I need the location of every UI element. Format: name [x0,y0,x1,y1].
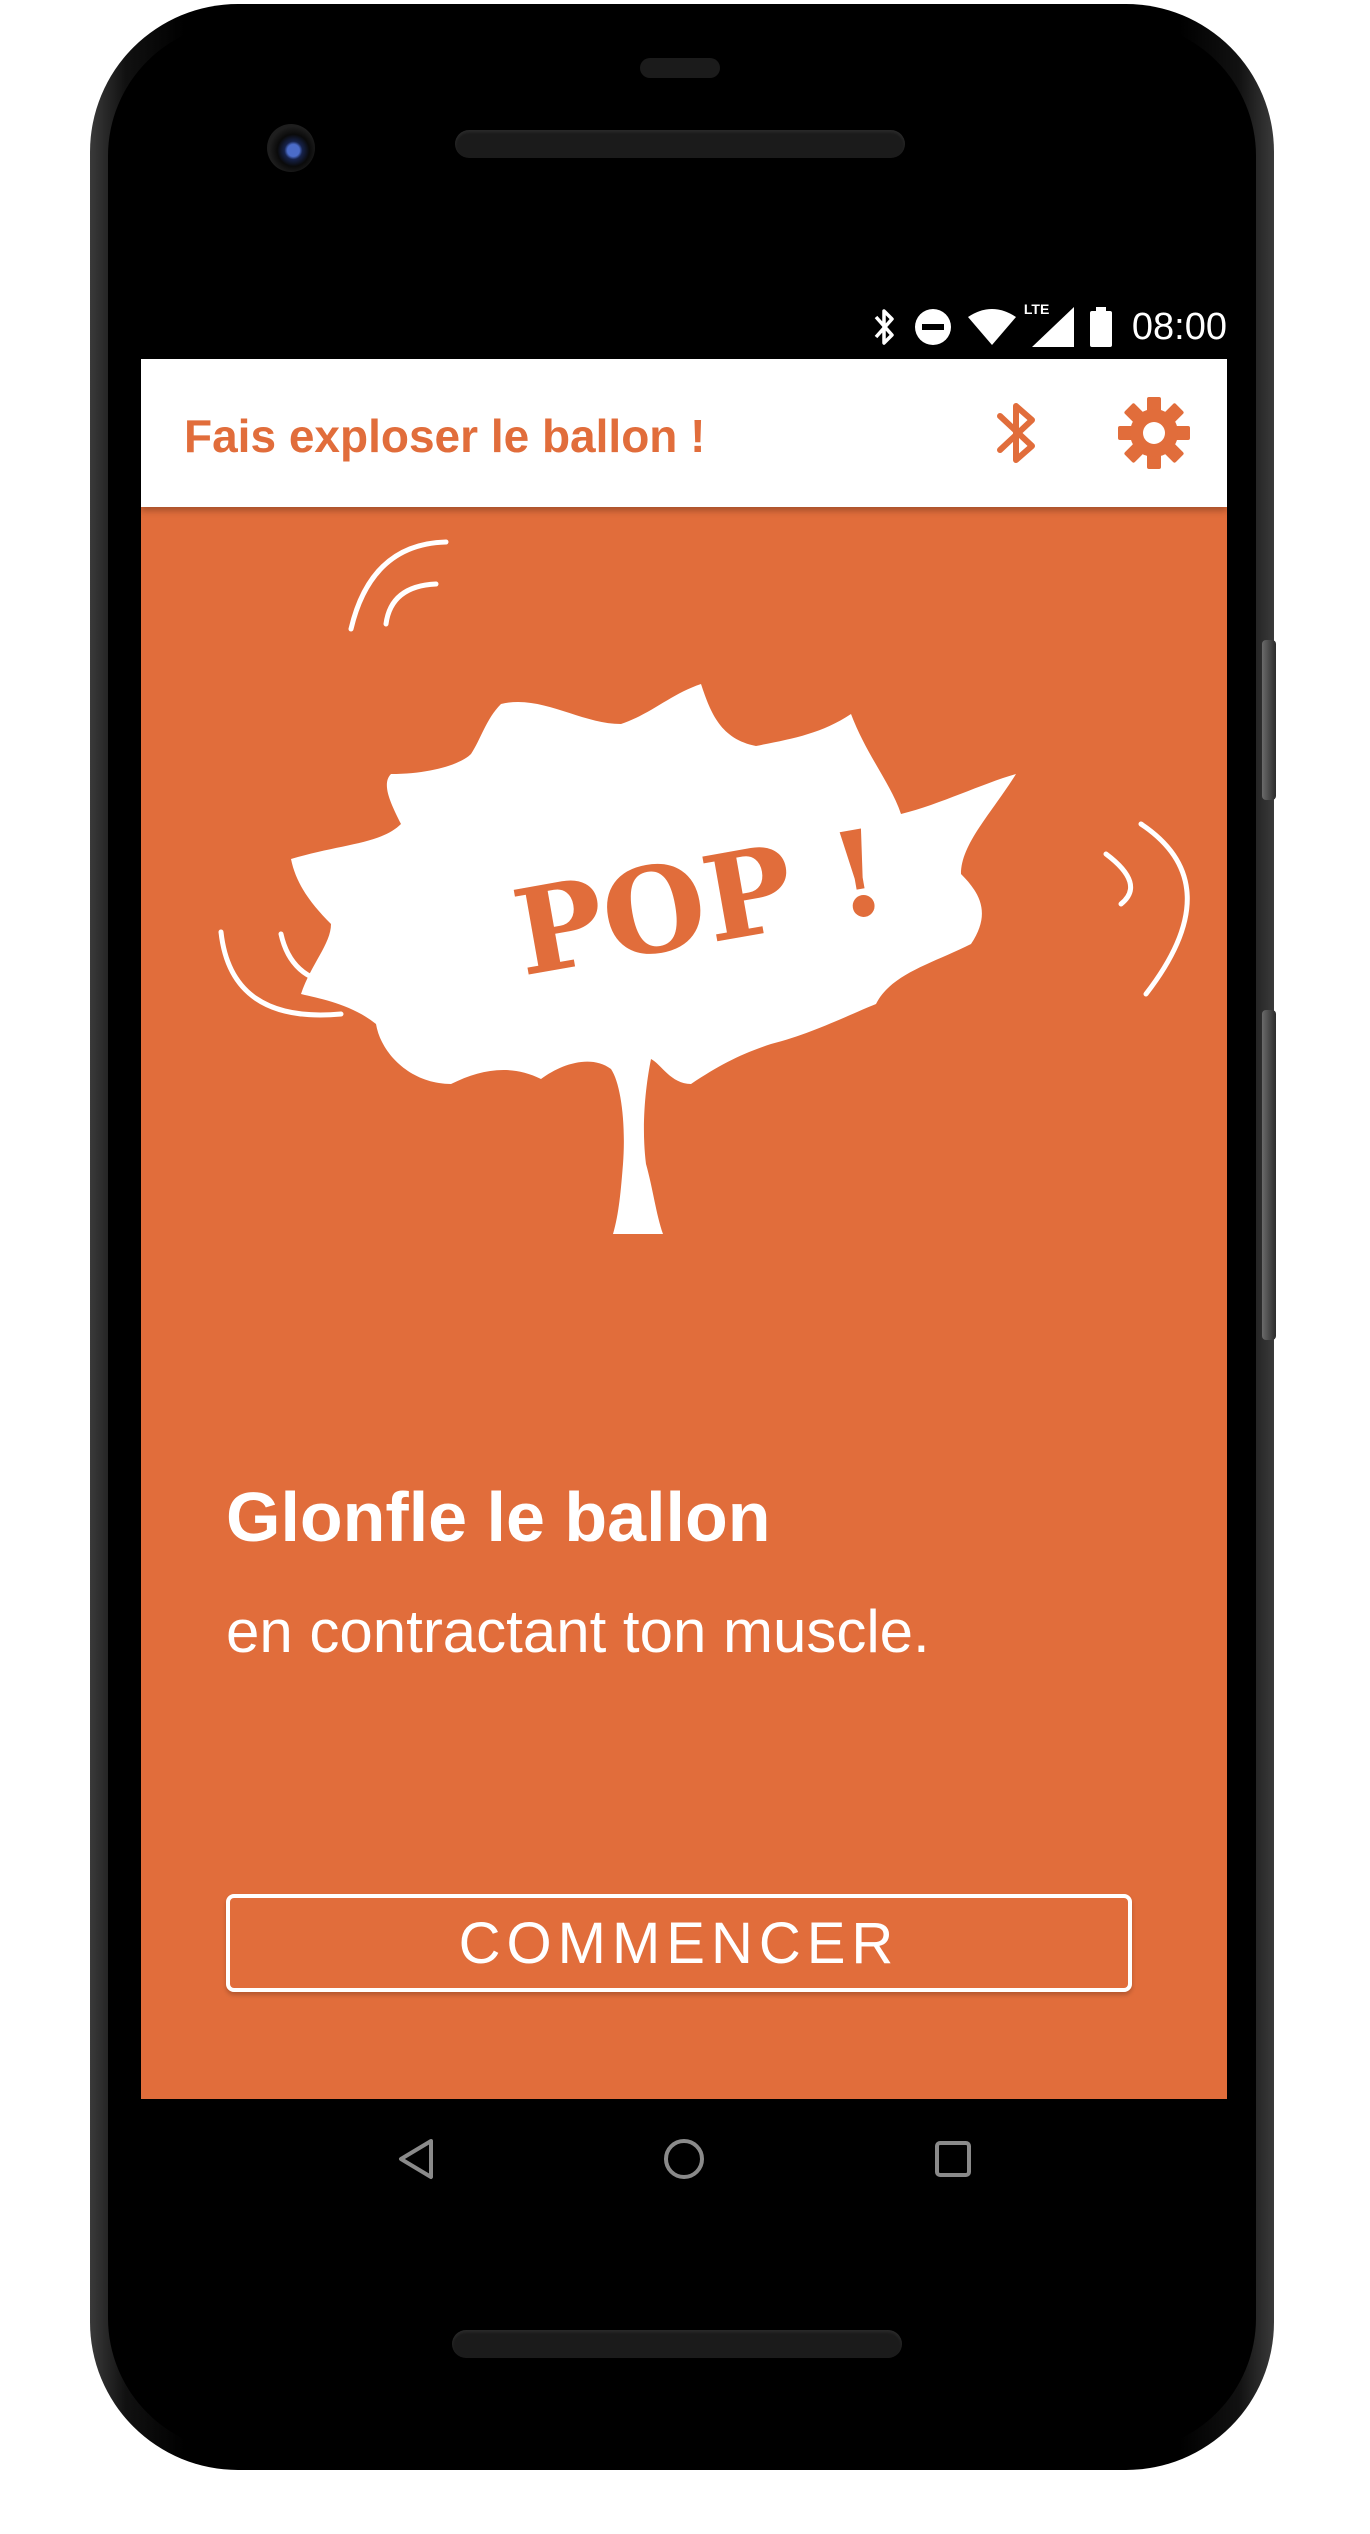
instruction-heading: Glonfle le ballon [226,1478,771,1556]
status-bar: LTE 08:00 [140,295,1227,359]
settings-gear-icon [1118,397,1190,469]
pop-balloon-illustration: POP ! [218,539,1190,1234]
navigation-bar [141,2099,1227,2219]
wifi-icon [967,309,1016,345]
front-camera [267,124,315,172]
bluetooth-icon [997,403,1035,463]
top-slot [640,58,720,78]
lte-signal-icon: LTE [1024,301,1074,347]
start-button-label: COMMENCER [458,1910,900,1976]
settings-button[interactable] [1116,395,1192,471]
back-icon [399,2139,434,2179]
home-icon [663,2139,704,2179]
start-button[interactable]: COMMENCER [226,1894,1132,1992]
back-button[interactable] [385,2129,445,2189]
lte-label: LTE [1023,301,1050,317]
power-button [1262,640,1276,800]
do-not-disturb-icon [914,308,952,346]
app-title: Fais exploser le ballon ! [184,410,706,462]
bluetooth-icon [872,307,898,347]
recents-icon [934,2141,971,2177]
volume-button [1262,1010,1276,1340]
bottom-speaker [452,2330,902,2358]
app-screen: Fais exploser le ballon ! POP ! Glonfle … [141,359,1227,2099]
bluetooth-button[interactable] [981,397,1053,469]
home-button[interactable] [654,2129,714,2189]
battery-icon [1089,307,1112,347]
earpiece-speaker [455,130,905,158]
status-time: 08:00 [1131,305,1227,348]
recents-button[interactable] [923,2129,983,2189]
instruction-subtext: en contractant ton muscle. [226,1598,930,1665]
app-bar: Fais exploser le ballon ! [141,359,1227,507]
